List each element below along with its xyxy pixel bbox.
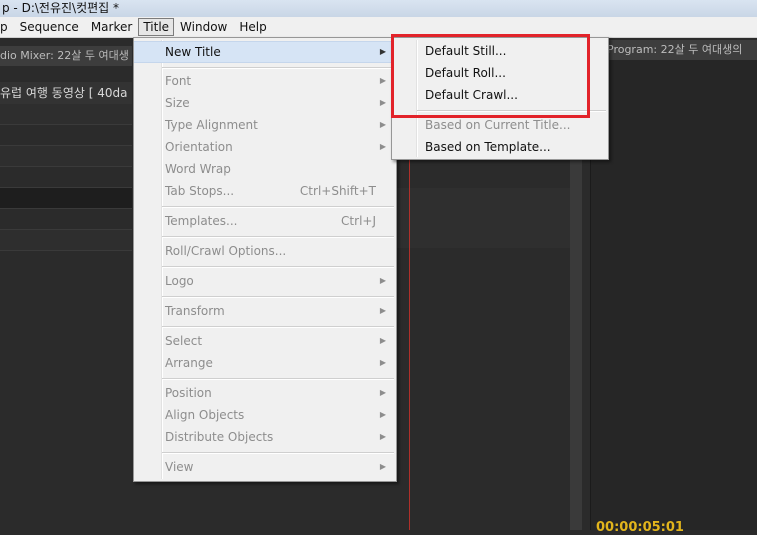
menu-item-size[interactable]: Size ▶: [134, 92, 396, 114]
chevron-right-icon: ▶: [379, 306, 386, 315]
menu-item-label: Roll/Crawl Options...: [165, 244, 287, 258]
menu-item-label: Arrange: [165, 356, 213, 370]
menu-item-label: Align Objects: [165, 408, 245, 422]
menu-item-select[interactable]: Select ▶: [134, 330, 396, 352]
menu-item-logo[interactable]: Logo ▶: [134, 270, 396, 292]
menu-item-label: Word Wrap: [165, 162, 231, 176]
menu-separator: [162, 236, 394, 238]
menu-item-font[interactable]: Font ▶: [134, 70, 396, 92]
track-row[interactable]: [0, 209, 132, 230]
menu-separator: [162, 452, 394, 454]
chevron-right-icon: ▶: [379, 462, 386, 471]
menu-item-label: Distribute Objects: [165, 430, 274, 444]
timecode-display: 00:00:05:01: [596, 520, 684, 535]
menu-separator: [162, 266, 394, 268]
menu-window[interactable]: Window: [174, 18, 233, 36]
menu-separator: [162, 326, 394, 328]
chevron-right-icon: ▶: [379, 47, 386, 56]
menu-marker[interactable]: Marker: [85, 18, 138, 36]
menu-item-label: Templates...: [165, 214, 238, 228]
menu-item-label: Orientation: [165, 140, 233, 154]
highlight-annotation-box: [391, 34, 590, 118]
menu-item-label: Position: [165, 386, 212, 400]
chevron-right-icon: ▶: [379, 336, 386, 345]
menu-item-type-alignment[interactable]: Type Alignment ▶: [134, 114, 396, 136]
chevron-right-icon: ▶: [379, 120, 386, 129]
chevron-right-icon: ▶: [379, 142, 386, 151]
menu-item-view[interactable]: View ▶: [134, 456, 396, 478]
menu-item-label: Font: [165, 74, 192, 88]
chevron-right-icon: ▶: [379, 388, 386, 397]
menu-separator: [162, 67, 394, 69]
track-row[interactable]: [0, 230, 132, 251]
chevron-right-icon: ▶: [379, 410, 386, 419]
menu-item-label: Logo: [165, 274, 194, 288]
menu-item-word-wrap[interactable]: Word Wrap: [134, 158, 396, 180]
project-panel-title: 유럽 여행 동영상 [ 40da: [0, 82, 132, 104]
chevron-right-icon: ▶: [379, 98, 386, 107]
chevron-right-icon: ▶: [379, 276, 386, 285]
menu-item-label: Based on Template...: [425, 140, 551, 154]
menu-item-label: Type Alignment: [165, 118, 258, 132]
shortcut-label: Ctrl+J: [341, 214, 376, 228]
title-menu: New Title ▶ Font ▶ Size ▶ Type Alignment…: [133, 37, 397, 482]
playhead-line[interactable]: [409, 160, 410, 530]
menu-help[interactable]: Help: [233, 18, 272, 36]
menu-item-orientation[interactable]: Orientation ▶: [134, 136, 396, 158]
menu-item-distribute-objects[interactable]: Distribute Objects ▶: [134, 426, 396, 448]
menu-p[interactable]: p: [0, 18, 14, 36]
program-monitor-tab[interactable]: Program: 22살 두 여대생의: [607, 40, 757, 60]
menu-item-label: New Title: [165, 45, 221, 59]
menu-item-transform[interactable]: Transform ▶: [134, 300, 396, 322]
menu-separator: [162, 206, 394, 208]
panel-divider: [570, 160, 582, 530]
menu-sequence[interactable]: Sequence: [14, 18, 85, 36]
track-row[interactable]: [0, 104, 132, 125]
menu-item-position[interactable]: Position ▶: [134, 382, 396, 404]
track-row[interactable]: [0, 167, 132, 188]
menu-title[interactable]: Title: [138, 18, 175, 36]
chevron-right-icon: ▶: [379, 76, 386, 85]
shortcut-label: Ctrl+Shift+T: [299, 184, 376, 198]
audio-mixer-tab[interactable]: dio Mixer: 22살 두 여대생: [0, 46, 132, 66]
track-row[interactable]: [0, 146, 132, 167]
menu-item-align-objects[interactable]: Align Objects ▶: [134, 404, 396, 426]
menu-item-label: Size: [165, 96, 190, 110]
program-monitor-area: [590, 60, 757, 530]
menu-item-based-on-template[interactable]: Based on Template...: [392, 136, 608, 158]
menu-separator: [162, 296, 394, 298]
menu-item-arrange[interactable]: Arrange ▶: [134, 352, 396, 374]
track-row[interactable]: [0, 188, 132, 209]
timeline-ruler: [397, 188, 570, 248]
menu-item-label: Select: [165, 334, 203, 348]
menu-item-label: View: [165, 460, 194, 474]
menu-item-tab-stops[interactable]: Tab Stops... Ctrl+Shift+T: [134, 180, 396, 202]
track-row[interactable]: [0, 125, 132, 146]
menu-item-roll-crawl-options[interactable]: Roll/Crawl Options...: [134, 240, 396, 262]
menu-item-new-title[interactable]: New Title ▶: [134, 41, 396, 63]
menu-item-label: Tab Stops...: [165, 184, 235, 198]
window-title: p - D:\전유진\컷편집 *: [0, 0, 757, 17]
menu-bar: p Sequence Marker Title Window Help: [0, 17, 757, 38]
chevron-right-icon: ▶: [379, 432, 386, 441]
menu-separator: [162, 378, 394, 380]
menu-item-label: Based on Current Title...: [425, 118, 571, 132]
menu-item-templates[interactable]: Templates... Ctrl+J: [134, 210, 396, 232]
menu-item-label: Transform: [165, 304, 225, 318]
chevron-right-icon: ▶: [379, 358, 386, 367]
